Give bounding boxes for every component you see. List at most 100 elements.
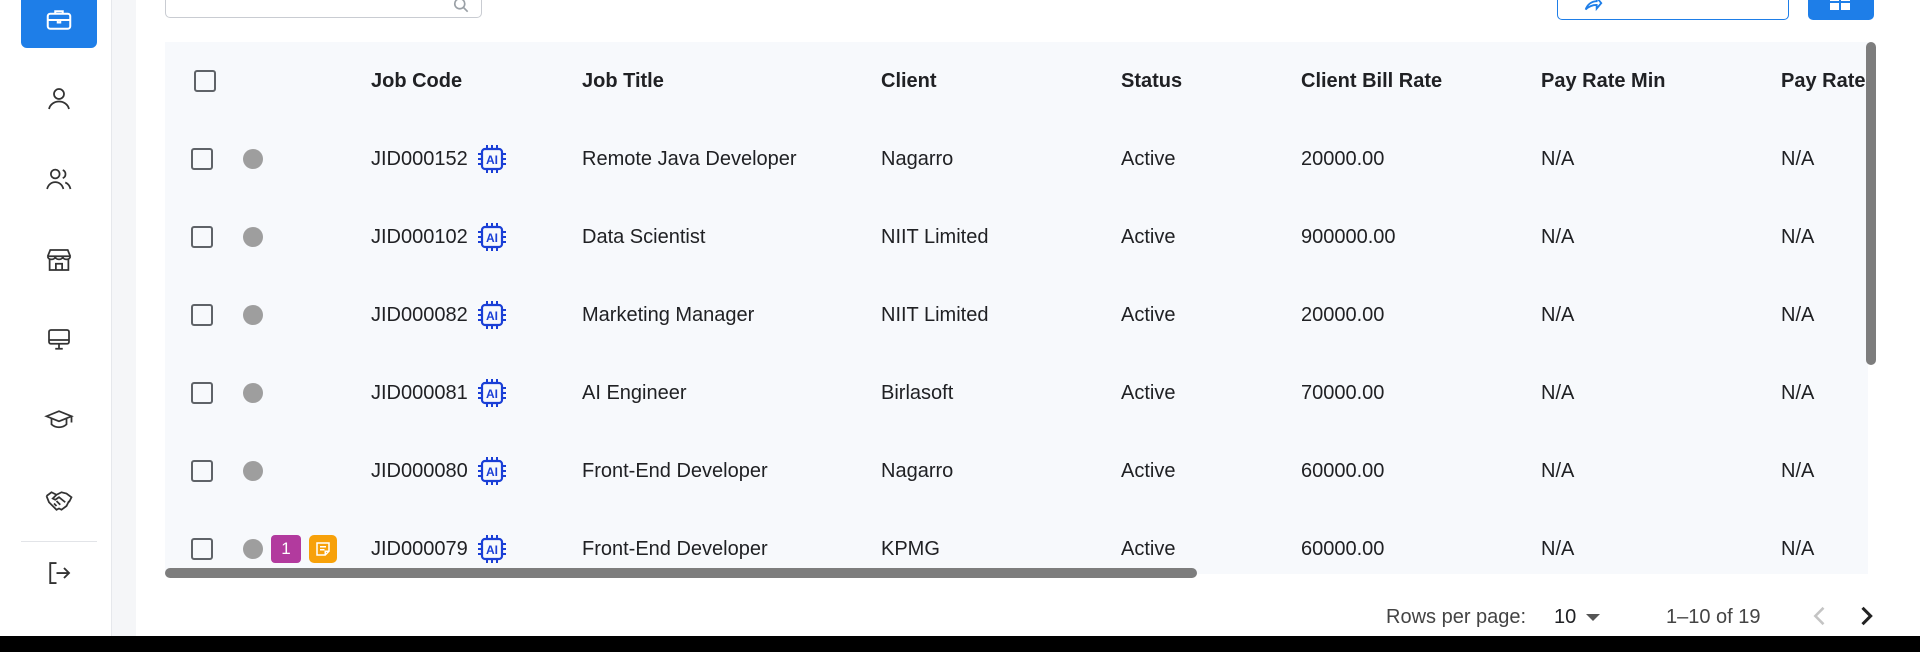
pay-rate-min-cell: N/A [1541, 147, 1575, 170]
count-badge[interactable]: 1 [271, 535, 301, 563]
nav-profile[interactable] [21, 71, 97, 127]
row-checkbox-cell [165, 198, 225, 276]
table-row[interactable]: JID000152 AI Remote Java Developer Nagarro A… [165, 120, 1868, 198]
status-dot [243, 461, 263, 482]
horizontal-scrollbar-thumb[interactable] [165, 568, 1197, 578]
graduation-cap-icon [44, 410, 74, 429]
table-row[interactable]: JID000102 AI Data Scientist NIIT Limited Act… [165, 198, 1868, 276]
row-flags-cell [225, 276, 371, 354]
chevron-right-icon[interactable] [1852, 602, 1880, 630]
search-icon [453, 0, 469, 13]
status-dot [243, 383, 263, 404]
header-client-bill-rate[interactable]: Client Bill Rate [1301, 42, 1541, 120]
pay-rate-min-cell: N/A [1541, 303, 1575, 326]
job-title-cell: AI Engineer [582, 381, 687, 404]
nav-vendors[interactable] [21, 232, 97, 288]
row-checkbox[interactable] [191, 148, 213, 171]
table-row[interactable]: JID000081 AI AI Engineer Birlasoft Active 700… [165, 354, 1868, 432]
row-flags-cell: 1 [225, 510, 371, 574]
table-row[interactable]: JID000080 AI Front-End Developer Nagarro Act… [165, 432, 1868, 510]
status-dot [243, 305, 263, 326]
row-checkbox[interactable] [191, 538, 213, 561]
row-checkbox[interactable] [191, 460, 213, 483]
header-pay-rate-max[interactable]: Pay Rate Max [1781, 42, 1868, 120]
header-client[interactable]: Client [881, 42, 1121, 120]
status-cell: Active [1121, 303, 1176, 326]
svg-text:AI: AI [486, 387, 498, 401]
client-cell: NIIT Limited [881, 225, 989, 248]
table-header-row: Job Code Job Title Client Status Client … [165, 42, 1868, 120]
chevron-left-icon[interactable] [1806, 602, 1834, 630]
header-pay-rate-min[interactable]: Pay Rate Min [1541, 42, 1781, 120]
ai-chip-icon[interactable]: AI [476, 455, 508, 487]
share-button[interactable] [1557, 0, 1789, 20]
job-code-cell: JID000080 AI [371, 432, 582, 510]
row-checkbox-cell [165, 432, 225, 510]
pay-rate-max-cell: N/A [1781, 147, 1815, 170]
rows-per-page-select[interactable]: 10 [1554, 606, 1601, 629]
table-row[interactable]: JID000082 AI Marketing Manager NIIT Limited… [165, 276, 1868, 354]
job-code-cell: JID000081 AI [371, 354, 582, 432]
select-all-checkbox[interactable] [194, 70, 216, 93]
svg-text:AI: AI [486, 543, 498, 557]
ai-chip-icon[interactable]: AI [476, 533, 508, 565]
svg-text:AI: AI [486, 153, 498, 167]
pagination: Rows per page: 10 1–10 of 19 [136, 596, 1920, 636]
job-code-cell: JID000102 AI [371, 198, 582, 276]
grid-view-icon [1830, 0, 1850, 10]
note-icon [316, 542, 330, 556]
store-icon [46, 249, 72, 271]
job-code[interactable]: JID000082 [371, 304, 468, 327]
header-job-title[interactable]: Job Title [582, 42, 881, 120]
logout-icon [49, 562, 71, 584]
note-badge[interactable] [309, 535, 337, 563]
header-status[interactable]: Status [1121, 42, 1301, 120]
client-cell: Nagarro [881, 147, 954, 170]
flags-header [225, 42, 371, 120]
jobs-table: Job Code Job Title Client Status Client … [165, 42, 1868, 574]
pay-rate-min-cell: N/A [1541, 381, 1575, 404]
app-page: Job Code Job Title Client Status Client … [0, 0, 1920, 636]
job-code-cell: JID000082 AI [371, 276, 582, 354]
vertical-scrollbar[interactable] [1866, 42, 1876, 365]
row-checkbox[interactable] [191, 304, 213, 327]
job-code[interactable]: JID000081 [371, 382, 468, 405]
job-code[interactable]: JID000102 [371, 226, 468, 249]
job-title-cell: Data Scientist [582, 225, 706, 248]
status-cell: Active [1121, 147, 1176, 170]
client-bill-rate-cell: 70000.00 [1301, 381, 1385, 404]
nav-jobs[interactable] [21, 0, 97, 48]
horizontal-scrollbar[interactable] [165, 568, 1868, 580]
client-cell: Birlasoft [881, 381, 954, 404]
ai-chip-icon[interactable]: AI [476, 221, 508, 253]
row-checkbox-cell [165, 354, 225, 432]
row-checkbox[interactable] [191, 382, 213, 405]
nav-training[interactable] [21, 392, 97, 448]
job-code[interactable]: JID000079 [371, 538, 468, 561]
pay-rate-max-cell: N/A [1781, 537, 1815, 560]
job-title-cell: Front-End Developer [582, 537, 768, 560]
header-job-code[interactable]: Job Code [371, 42, 582, 120]
ai-chip-icon[interactable]: AI [476, 143, 508, 175]
row-checkbox[interactable] [191, 226, 213, 249]
nav-candidates[interactable] [21, 151, 97, 207]
pay-rate-max-cell: N/A [1781, 303, 1815, 326]
caret-down-icon [1586, 614, 1601, 621]
ai-chip-icon[interactable]: AI [476, 377, 508, 409]
job-code[interactable]: JID000080 [371, 460, 468, 483]
pay-rate-min-cell: N/A [1541, 225, 1575, 248]
ai-chip-icon[interactable]: AI [476, 299, 508, 331]
table-row[interactable]: 1 JID000079 AI Front-End Developer KPMG Activ… [165, 510, 1868, 574]
nav-assessments[interactable] [21, 312, 97, 368]
job-code[interactable]: JID000152 [371, 148, 468, 171]
pay-rate-max-cell: N/A [1781, 459, 1815, 482]
status-cell: Active [1121, 225, 1176, 248]
client-bill-rate-cell: 60000.00 [1301, 459, 1385, 482]
jobs-table-container: Job Code Job Title Client Status Client … [165, 42, 1868, 574]
grid-view-button[interactable] [1808, 0, 1874, 20]
nav-partners[interactable] [21, 473, 97, 529]
search-input[interactable] [165, 0, 482, 18]
nav-logout[interactable] [21, 545, 97, 601]
client-bill-rate-cell: 20000.00 [1301, 147, 1385, 170]
status-cell: Active [1121, 381, 1176, 404]
